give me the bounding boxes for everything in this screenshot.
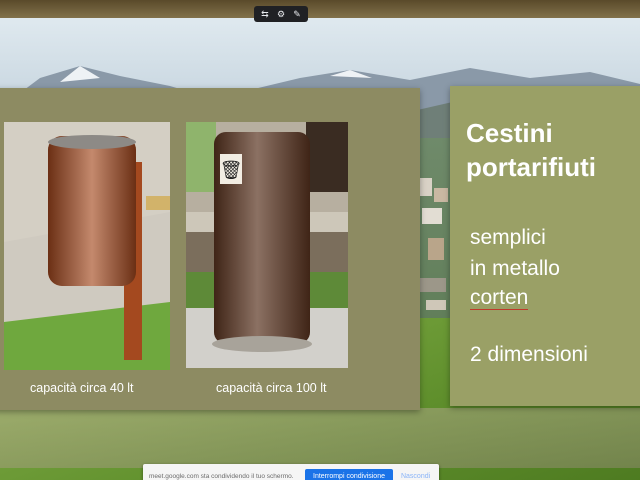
small-bin-caption: capacità circa 40 lt: [30, 381, 134, 395]
large-bin-photo: 🗑: [186, 122, 348, 368]
body-line-sizes: 2 dimensioni: [470, 343, 588, 366]
people-icon[interactable]: ⇆: [261, 9, 269, 19]
small-bin-photo: [4, 122, 170, 370]
large-bin-caption: capacità circa 100 lt: [216, 381, 327, 395]
slide-title: Cestini portarifiuti: [466, 116, 596, 184]
pin-icon[interactable]: ✎: [293, 9, 301, 19]
slide-title-line-2: portarifiuti: [466, 152, 596, 182]
gear-icon[interactable]: ⚙: [277, 9, 285, 19]
hide-button[interactable]: Nascondi: [401, 473, 430, 480]
shared-screen: 🗑 capacità circa 40 lt capacità circa 10…: [0, 18, 640, 480]
body-line-metal: in metallo: [470, 257, 560, 280]
slide-title-line-1: Cestini: [466, 118, 553, 148]
stop-sharing-button[interactable]: Interrompi condivisione: [305, 468, 393, 480]
corten-word: corten: [470, 286, 529, 310]
svg-text:🗑: 🗑: [220, 160, 243, 181]
photo-panel: 🗑 capacità circa 40 lt capacità circa 10…: [0, 88, 420, 410]
title-panel: Cestini portarifiuti semplici in metallo…: [450, 86, 640, 406]
share-message: meet.google.com sta condividendo il tuo …: [149, 472, 294, 480]
meet-control-bar: ⇆ ⚙ ✎: [254, 6, 308, 22]
body-line-corten: corten: [470, 286, 529, 310]
screen-share-notification: meet.google.com sta condividendo il tuo …: [143, 464, 439, 480]
body-line-simple: semplici: [470, 226, 546, 249]
background-road: [0, 408, 640, 468]
